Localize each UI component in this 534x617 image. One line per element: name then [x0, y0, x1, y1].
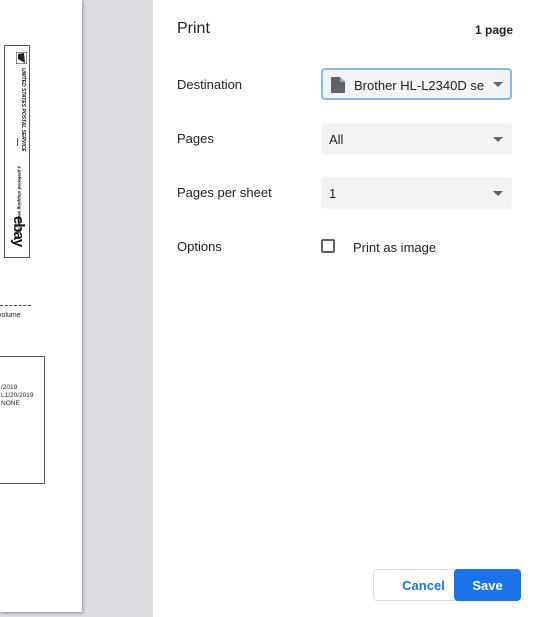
pages-label: Pages — [177, 131, 214, 146]
print-preview-area: UNITED STATES POSTAL SERVICE a preferred… — [0, 0, 153, 617]
document-icon — [331, 77, 345, 93]
print-as-image-label[interactable]: Print as image — [353, 240, 436, 255]
chevron-down-icon — [493, 191, 503, 196]
shipping-label-box: UNITED STATES POSTAL SERVICE a preferred… — [4, 45, 30, 258]
detail-line: NONE — [1, 400, 20, 407]
print-as-image-checkbox[interactable] — [321, 239, 335, 253]
cut-line — [0, 305, 31, 306]
page-title: Print — [177, 20, 210, 37]
destination-value: Brother HL-L2340D series — [354, 78, 484, 93]
usps-text: UNITED STATES POSTAL SERVICE — [20, 68, 26, 152]
pages-per-sheet-select[interactable]: 1 — [321, 177, 512, 209]
print-settings-panel: Print 1 page Destination Brother HL-L234… — [153, 0, 534, 617]
preview-page: UNITED STATES POSTAL SERVICE a preferred… — [0, 0, 82, 612]
destination-label: Destination — [177, 77, 243, 92]
options-label: Options — [177, 239, 222, 254]
pages-select[interactable]: All — [321, 123, 512, 155]
chevron-down-icon — [493, 82, 503, 87]
ebay-logo-text: ebay — [10, 216, 27, 247]
chevron-down-icon — [493, 137, 503, 142]
label-separator — [17, 138, 18, 146]
destination-select[interactable]: Brother HL-L2340D series — [321, 68, 512, 100]
pages-per-sheet-label: Pages per sheet — [177, 185, 272, 200]
volume-text: volume — [0, 312, 21, 319]
pages-value: All — [329, 132, 344, 147]
detail-line: L1/20/2019 — [1, 392, 34, 399]
usps-eagle-icon — [16, 52, 27, 64]
page-count: 1 page — [474, 23, 513, 37]
shipment-detail-box: /2019 L1/20/2019 NONE — [0, 356, 45, 484]
save-button[interactable]: Save — [454, 569, 521, 601]
detail-line: /2019 — [1, 384, 18, 391]
pages-per-sheet-value: 1 — [329, 186, 337, 201]
